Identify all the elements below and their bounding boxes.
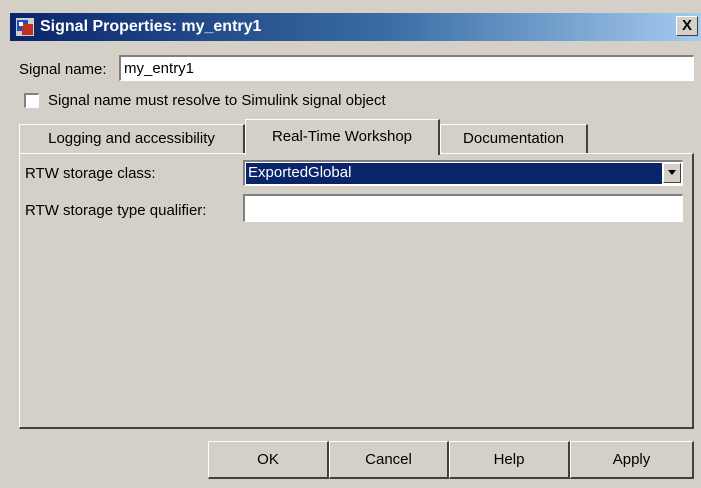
help-button[interactable]: Help xyxy=(449,441,570,479)
tab-label: Documentation xyxy=(463,130,564,147)
cancel-button-label: Cancel xyxy=(365,451,412,468)
resolve-signal-label: Signal name must resolve to Simulink sig… xyxy=(48,92,386,109)
tab-label: Real-Time Workshop xyxy=(271,128,413,145)
window-title: Signal Properties: my_entry1 xyxy=(40,18,262,35)
tab-logging-and-accessibility[interactable]: Logging and accessibility xyxy=(19,124,245,154)
close-icon: X xyxy=(681,17,692,34)
ok-button[interactable]: OK xyxy=(208,441,329,479)
title-bar: Signal Properties: my_entry1 X xyxy=(10,13,701,41)
chevron-down-icon[interactable] xyxy=(663,163,681,183)
close-button[interactable]: X xyxy=(676,16,698,36)
help-button-label: Help xyxy=(493,451,525,468)
signal-name-label: Signal name: xyxy=(19,61,107,78)
tab-documentation[interactable]: Documentation xyxy=(440,124,588,154)
apply-button[interactable]: Apply xyxy=(570,441,694,479)
apply-button-label: Apply xyxy=(612,451,651,468)
rtw-type-qualifier-label: RTW storage type qualifier: xyxy=(25,202,207,219)
tab-label: Logging and accessibility xyxy=(48,130,215,147)
signal-name-input[interactable] xyxy=(119,55,694,81)
rtw-storage-class-select[interactable]: ExportedGlobal xyxy=(243,160,683,186)
ok-button-label: OK xyxy=(257,451,279,468)
cancel-button[interactable]: Cancel xyxy=(329,441,449,479)
rtw-storage-class-label: RTW storage class: xyxy=(25,165,156,182)
rtw-type-qualifier-input[interactable] xyxy=(243,194,683,222)
rtw-storage-class-value: ExportedGlobal xyxy=(246,163,662,184)
tab-real-time-workshop[interactable]: Real-Time Workshop xyxy=(245,119,440,155)
simulink-app-icon xyxy=(16,18,34,36)
resolve-signal-checkbox[interactable] xyxy=(24,93,39,108)
